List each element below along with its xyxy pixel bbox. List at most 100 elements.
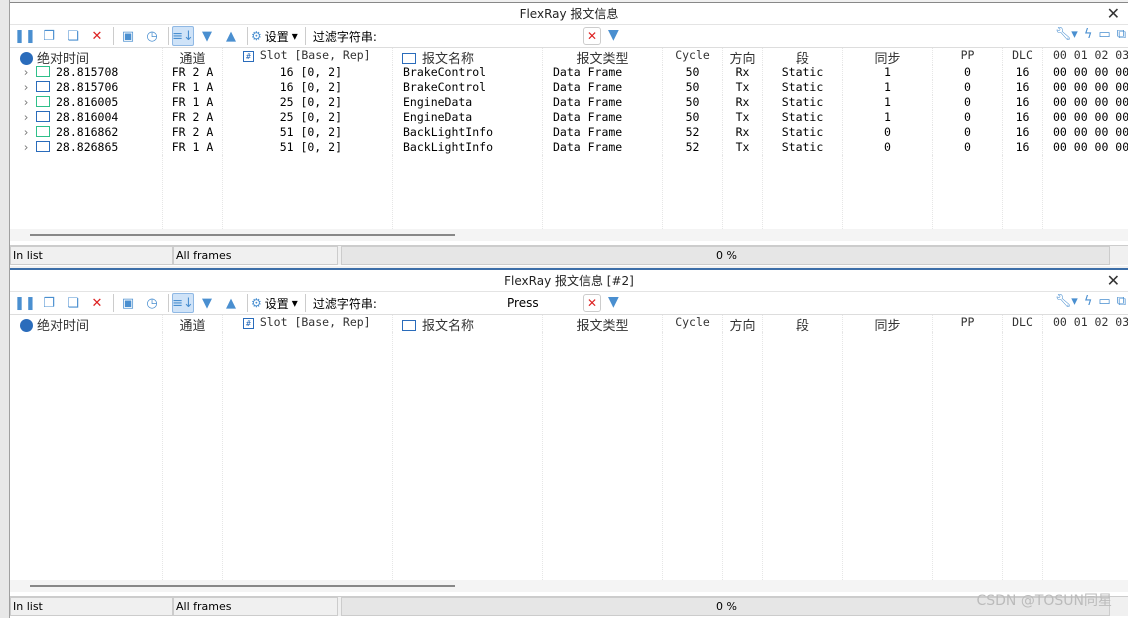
detach-icon[interactable]: ⧉ <box>1117 294 1126 309</box>
column-header-dir[interactable]: 方向 <box>723 48 763 65</box>
chevron-right-icon[interactable]: › <box>20 80 32 95</box>
copy-button[interactable]: ❐ <box>38 26 60 46</box>
column-header-segment[interactable]: 段 <box>763 48 843 65</box>
cell-value: 0 <box>964 95 971 109</box>
envelope-icon <box>36 81 50 92</box>
filter-icon[interactable]: ▼ <box>608 27 619 43</box>
column-label: 00 01 02 03 <box>1053 48 1128 62</box>
column-header-data[interactable]: 00 01 02 03 <box>1043 315 1128 332</box>
close-window-icon[interactable]: ▭ <box>1098 294 1110 309</box>
scroll-up-button[interactable]: ▲ <box>220 26 242 46</box>
clock-icon: ◷ <box>146 28 158 44</box>
cell-cycle: 50 <box>663 65 723 80</box>
column-label: 绝对时间 <box>37 52 90 65</box>
column-header-slot[interactable]: # Slot [Base, Rep] <box>223 48 393 65</box>
cell-slot: 25 [0, 2] <box>223 95 393 110</box>
column-header-segment[interactable]: 段 <box>763 315 843 332</box>
column-header-name[interactable]: 报文名称 <box>393 48 543 65</box>
table-row[interactable]: › 28.815708 FR 2 A 16 [0, 2] BrakeControl Dat… <box>10 65 1128 80</box>
cell-dir: Rx <box>723 65 763 80</box>
column-header-name[interactable]: 报文名称 <box>393 315 543 332</box>
table-row[interactable]: › 28.826865 FR 1 A 51 [0, 2] BackLightInfo Da… <box>10 140 1128 155</box>
column-header-type[interactable]: 报文类型 <box>543 48 663 65</box>
table-row[interactable]: › 28.816862 FR 2 A 51 [0, 2] BackLightInfo Da… <box>10 125 1128 140</box>
flexray-message-panel-1: FlexRay 报文信息 ✕ ❚❚ ❐ ❏ ✕ ▣ ◷ ≡↓ ▼ ▲ ⚙ 设置 ▾ 过滤字符串: ✕ ▼ 🔧︎▾ ϟ… <box>10 2 1128 266</box>
cell-value: 1 <box>884 65 891 79</box>
empty-row <box>10 332 1128 580</box>
column-header-pp[interactable]: PP <box>933 48 1003 65</box>
table-row[interactable]: › 28.816005 FR 1 A 25 [0, 2] EngineData Data … <box>10 95 1128 110</box>
copy-special-icon: ❏ <box>67 28 79 44</box>
close-window-icon[interactable]: ▭ <box>1098 27 1110 42</box>
column-header-cycle[interactable]: Cycle <box>663 48 723 65</box>
column-header-channel[interactable]: 通道 <box>163 315 223 332</box>
horizontal-scrollbar[interactable] <box>10 229 1128 241</box>
empty-cell <box>1003 155 1043 229</box>
copy-special-button[interactable]: ❏ <box>62 293 84 313</box>
copy-special-button[interactable]: ❏ <box>62 26 84 46</box>
chevron-right-icon[interactable]: › <box>20 140 32 155</box>
column-header-pp[interactable]: PP <box>933 315 1003 332</box>
clock-button[interactable]: ◷ <box>141 293 163 313</box>
cell-dlc: 16 <box>1003 140 1043 155</box>
close-icon[interactable]: ✕ <box>1107 3 1120 25</box>
wrench-icon[interactable]: 🔧︎▾ <box>1055 27 1078 42</box>
cell-value: Tx <box>735 140 750 154</box>
message-list[interactable]: › 28.815708 FR 2 A 16 [0, 2] BrakeControl Dat… <box>10 65 1128 229</box>
pause-button[interactable]: ❚❚ <box>14 293 36 313</box>
horizontal-scrollbar[interactable] <box>10 580 1128 592</box>
column-header-slot[interactable]: # Slot [Base, Rep] <box>223 315 393 332</box>
lightning-icon[interactable]: ϟ <box>1084 294 1093 309</box>
column-header-dlc[interactable]: DLC <box>1003 48 1043 65</box>
cell-value: Data Frame <box>553 110 623 124</box>
filter-label: 过滤字符串: <box>312 296 377 311</box>
scroll-down-button[interactable]: ▼ <box>196 293 218 313</box>
lightning-icon[interactable]: ϟ <box>1084 27 1093 42</box>
column-label: Slot [Base, Rep] <box>259 48 371 62</box>
scroll-up-button[interactable]: ▲ <box>220 293 242 313</box>
settings-button[interactable]: ⚙ 设置 ▾ <box>251 28 298 45</box>
column-header-dlc[interactable]: DLC <box>1003 315 1043 332</box>
clear-filter-button[interactable]: ✕ <box>583 27 601 45</box>
chevron-right-icon[interactable]: › <box>20 65 32 80</box>
clear-button[interactable]: ✕ <box>86 293 108 313</box>
filter-icon[interactable]: ▼ <box>608 294 619 310</box>
toolbar-separator <box>247 27 248 45</box>
sort-button[interactable]: ≡↓ <box>172 26 194 46</box>
filter-input[interactable]: Press <box>463 296 583 310</box>
archive-button[interactable]: ▣ <box>117 26 139 46</box>
column-header-time[interactable]: 绝对时间 <box>10 48 163 65</box>
sort-button[interactable]: ≡↓ <box>172 293 194 313</box>
message-list[interactable] <box>10 332 1128 580</box>
column-header-sync[interactable]: 同步 <box>843 315 933 332</box>
copy-button[interactable]: ❐ <box>38 293 60 313</box>
clock-button[interactable]: ◷ <box>141 26 163 46</box>
detach-icon[interactable]: ⧉ <box>1117 27 1126 42</box>
chevron-right-icon[interactable]: › <box>20 125 32 140</box>
column-header-channel[interactable]: 通道 <box>163 48 223 65</box>
table-row[interactable]: › 28.816004 FR 2 A 25 [0, 2] EngineData Data … <box>10 110 1128 125</box>
column-header-type[interactable]: 报文类型 <box>543 315 663 332</box>
scrollbar-thumb[interactable] <box>30 585 455 587</box>
pause-button[interactable]: ❚❚ <box>14 26 36 46</box>
column-header-sync[interactable]: 同步 <box>843 48 933 65</box>
chevron-right-icon[interactable]: › <box>20 110 32 125</box>
cell-value: FR 1 A <box>171 80 214 94</box>
close-icon[interactable]: ✕ <box>1107 270 1120 292</box>
clear-button[interactable]: ✕ <box>86 26 108 46</box>
scrollbar-thumb[interactable] <box>30 234 455 236</box>
cell-type: Data Frame <box>543 80 663 95</box>
cell-time: › 28.826865 <box>10 140 163 155</box>
column-header-cycle[interactable]: Cycle <box>663 315 723 332</box>
chevron-right-icon[interactable]: › <box>20 95 32 110</box>
column-header-time[interactable]: 绝对时间 <box>10 315 163 332</box>
column-header-dir[interactable]: 方向 <box>723 315 763 332</box>
clear-filter-button[interactable]: ✕ <box>583 294 601 312</box>
column-header-data[interactable]: 00 01 02 03 <box>1043 48 1128 65</box>
settings-button[interactable]: ⚙ 设置 ▾ <box>251 295 298 312</box>
wrench-icon[interactable]: 🔧︎▾ <box>1055 294 1078 309</box>
table-row[interactable]: › 28.815706 FR 1 A 16 [0, 2] BrakeControl Dat… <box>10 80 1128 95</box>
scroll-down-button[interactable]: ▼ <box>196 26 218 46</box>
archive-button[interactable]: ▣ <box>117 293 139 313</box>
empty-cell <box>543 332 663 580</box>
